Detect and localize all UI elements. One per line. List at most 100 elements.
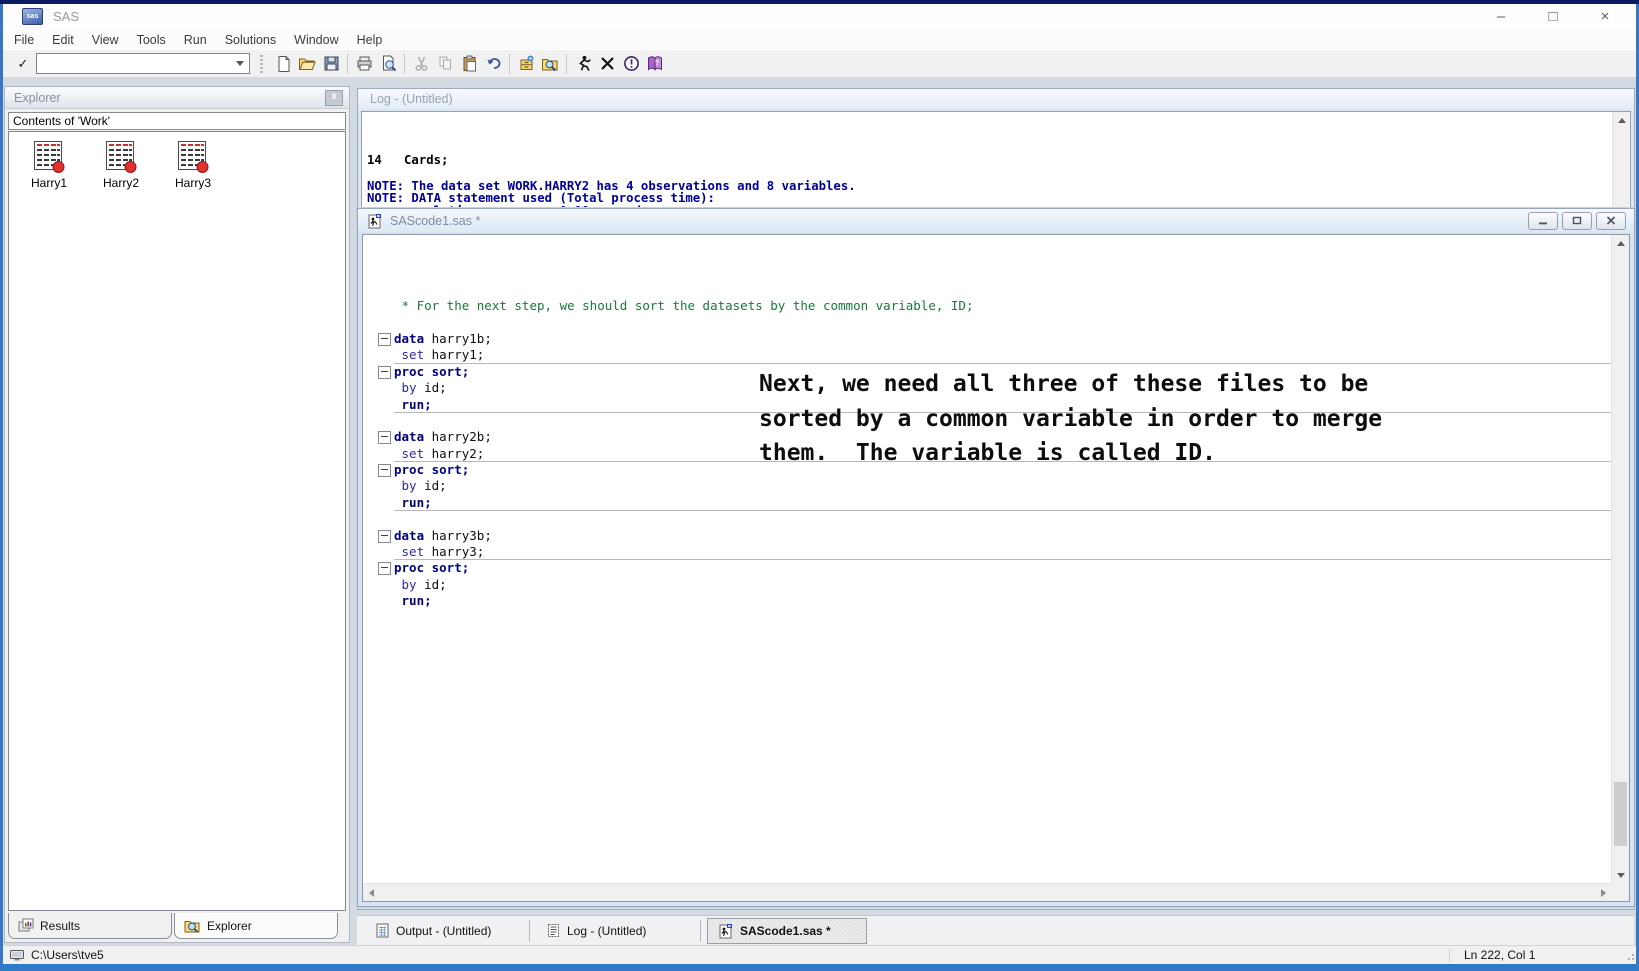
- undo-icon[interactable]: [481, 53, 505, 75]
- editor-content: * For the next step, we should sort the …: [362, 234, 1630, 902]
- toolbar-separator: [509, 54, 510, 74]
- windowbar-tab-label: Log - (Untitled): [567, 924, 646, 938]
- menu-run[interactable]: Run: [175, 31, 216, 49]
- maximize-button[interactable]: □: [1544, 8, 1562, 25]
- menu-help[interactable]: Help: [348, 31, 392, 49]
- scrollbar-corner: [1612, 884, 1629, 901]
- fold-toggle-icon[interactable]: [378, 530, 391, 543]
- panel-tab-explorer[interactable]: Explorer: [174, 913, 338, 939]
- fold-toggle-icon[interactable]: [378, 366, 391, 379]
- scroll-up-icon[interactable]: [1612, 235, 1629, 252]
- scroll-up-icon[interactable]: [1613, 112, 1630, 129]
- explorer-icon: [184, 918, 201, 933]
- log-window-title: Log - (Untitled): [370, 92, 453, 106]
- command-input[interactable]: [36, 53, 250, 74]
- windowbar-tab[interactable]: SAScode1.sas *: [707, 918, 867, 944]
- break-icon[interactable]: [595, 53, 619, 75]
- code-line: run;: [363, 593, 1612, 609]
- explorer-panel-tabs: Results Explorer: [8, 913, 346, 939]
- dataset-item[interactable]: Harry1: [13, 140, 85, 190]
- editor-close-button[interactable]: [1596, 212, 1626, 230]
- menu-bar: FileEditViewToolsRunSolutionsWindowHelp: [3, 29, 1636, 50]
- check-icon[interactable]: ✓: [13, 56, 33, 72]
- help-book-icon[interactable]: ?: [643, 53, 667, 75]
- explorer-panel: Explorer x Contents of 'Work' Harry1 Har…: [4, 86, 350, 943]
- save-icon[interactable]: [319, 53, 343, 75]
- log-line: 14 Cards;: [367, 154, 1630, 167]
- fold-toggle-icon[interactable]: [378, 562, 391, 575]
- open-folder-icon[interactable]: [295, 53, 319, 75]
- menu-view[interactable]: View: [83, 31, 128, 49]
- dataset-table-icon: [176, 140, 210, 174]
- print-preview-icon[interactable]: [376, 53, 400, 75]
- status-cursor-position: Ln 222, Col 1: [1450, 948, 1622, 962]
- code-editor[interactable]: * For the next step, we should sort the …: [363, 235, 1612, 884]
- attention-icon[interactable]: [619, 53, 643, 75]
- results-icon: [18, 918, 34, 933]
- code-line: [363, 511, 1612, 527]
- dataset-label: Harry3: [175, 176, 211, 190]
- windowbar-tab[interactable]: Log - (Untitled): [536, 919, 694, 943]
- minimize-button[interactable]: –: [1492, 8, 1510, 25]
- menu-solutions[interactable]: Solutions: [216, 31, 285, 49]
- dataset-label: Harry1: [31, 176, 67, 190]
- title-bar: sas SAS – □ ×: [3, 4, 1636, 29]
- code-line: data harry1b;: [363, 331, 1612, 347]
- editor-window-titlebar[interactable]: SAScode1.sas *: [358, 209, 1634, 232]
- dataset-label: Harry2: [103, 176, 139, 190]
- dataset-table-icon: [104, 140, 138, 174]
- print-icon[interactable]: [352, 53, 376, 75]
- fold-toggle-icon[interactable]: [378, 464, 391, 477]
- explorer-toolbar-icon[interactable]: [538, 53, 562, 75]
- toolbar: ✓ ?: [3, 50, 1636, 78]
- code-line: [363, 315, 1612, 331]
- windowbar-tab[interactable]: Output - (Untitled): [365, 919, 523, 943]
- menu-tools[interactable]: Tools: [128, 31, 175, 49]
- status-path: C:\Users\tve5: [31, 948, 104, 962]
- new-library-icon[interactable]: [514, 53, 538, 75]
- code-line: * For the next step, we should sort the …: [363, 298, 1612, 314]
- fold-toggle-icon[interactable]: [378, 333, 391, 346]
- window-border-bottom: [0, 964, 1639, 971]
- close-button[interactable]: ×: [1596, 8, 1614, 25]
- editor-horizontal-scrollbar[interactable]: [363, 883, 1612, 901]
- editor-vertical-scrollbar[interactable]: [1611, 235, 1629, 884]
- panel-tab-label: Explorer: [207, 919, 252, 933]
- window-bar: Output - (Untitled) Log - (Untitled) SAS…: [357, 915, 1634, 945]
- code-line: by id;: [363, 478, 1612, 494]
- panel-tab-results[interactable]: Results: [8, 913, 172, 939]
- dataset-item[interactable]: Harry3: [157, 140, 229, 190]
- menu-edit[interactable]: Edit: [43, 31, 83, 49]
- paste-icon[interactable]: [457, 53, 481, 75]
- scrollbar-thumb[interactable]: [1614, 782, 1627, 846]
- svg-text:?: ?: [655, 60, 659, 67]
- editor-window-title: SAScode1.sas *: [390, 214, 480, 228]
- scroll-right-icon[interactable]: [1595, 884, 1612, 901]
- log-window-titlebar[interactable]: Log - (Untitled): [358, 89, 1634, 109]
- cut-icon: [409, 53, 433, 75]
- panel-tab-label: Results: [40, 919, 80, 933]
- resize-grip-icon[interactable]: [1622, 948, 1636, 962]
- new-document-icon[interactable]: [271, 53, 295, 75]
- fold-toggle-icon[interactable]: [378, 431, 391, 444]
- dataset-item[interactable]: Harry2: [85, 140, 157, 190]
- scroll-down-icon[interactable]: [1612, 867, 1629, 884]
- windowbar-tab-label: SAScode1.sas *: [740, 924, 831, 938]
- submit-icon[interactable]: [571, 53, 595, 75]
- close-icon[interactable]: x: [325, 90, 343, 106]
- scroll-left-icon[interactable]: [363, 884, 380, 901]
- editor-restore-button[interactable]: [1562, 212, 1592, 230]
- window-title: SAS: [53, 9, 79, 24]
- code-line: proc sort;: [363, 560, 1612, 576]
- menu-window[interactable]: Window: [285, 31, 347, 49]
- dataset-table-icon: [32, 140, 66, 174]
- windowbar-separator: [700, 920, 701, 942]
- explorer-panel-title: Explorer: [14, 91, 61, 105]
- status-bar: C:\Users\tve5 Ln 222, Col 1: [3, 945, 1636, 964]
- menu-file[interactable]: File: [5, 31, 43, 49]
- windowbar-separator: [529, 920, 530, 942]
- output-icon: [375, 923, 390, 938]
- editor-minimize-button[interactable]: [1528, 212, 1558, 230]
- annotation-text: Next, we need all three of these files t…: [759, 367, 1441, 471]
- toolbar-separator: [347, 54, 348, 74]
